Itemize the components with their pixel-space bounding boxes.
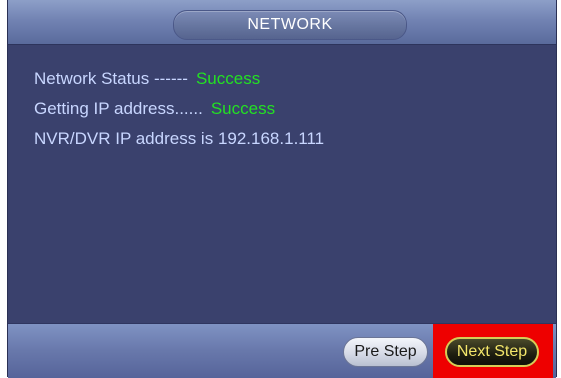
ip-address-line: NVR/DVR IP address is 192.168.1.111 — [34, 129, 324, 149]
ip-status-value: Success — [210, 99, 276, 118]
ip-address-value: 192.168.1.111 — [217, 129, 325, 148]
ip-status-label: Getting IP address...... — [34, 99, 203, 118]
content-panel: Network Status ------ Success Getting IP … — [8, 45, 556, 323]
next-step-button[interactable]: Next Step — [445, 337, 539, 367]
network-status-label: Network Status ------ — [34, 69, 188, 88]
pre-step-button[interactable]: Pre Step — [343, 337, 428, 367]
ip-address-label: NVR/DVR IP address is — [34, 129, 214, 148]
network-status-value: Success — [195, 69, 261, 88]
network-wizard-window: NETWORK Network Status ------ Success Get… — [7, 0, 557, 378]
network-status-line: Network Status ------ Success — [34, 69, 260, 89]
ip-status-line: Getting IP address...... Success — [34, 99, 275, 119]
title-bar: NETWORK — [8, 0, 556, 45]
window-title: NETWORK — [173, 10, 407, 40]
footer-bar: Pre Step Next Step — [8, 323, 556, 378]
